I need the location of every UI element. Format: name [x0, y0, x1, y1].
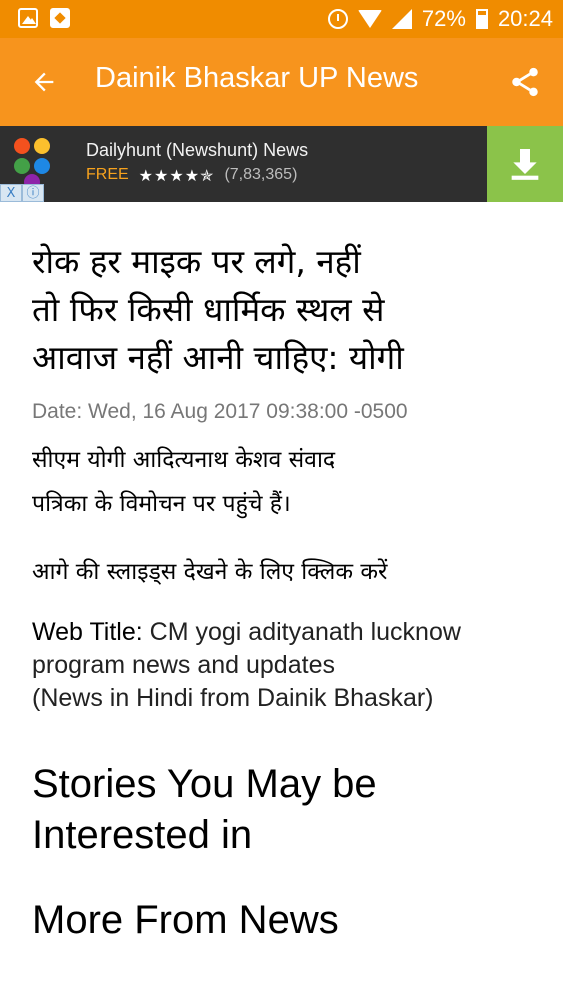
headline-line: आवाज नहीं आनी चाहिए: योगी	[32, 338, 404, 377]
web-title-line: program news and updates	[32, 651, 335, 679]
article-date: Date: Wed, 16 Aug 2017 09:38:00 -0500	[32, 400, 408, 423]
body-line: सीएम योगी आदित्यनाथ केशव संवाद	[32, 447, 336, 473]
ad-choices[interactable]: X ⓘ	[0, 184, 44, 202]
share-icon	[512, 67, 538, 97]
more-from-news-heading: More From News	[32, 898, 339, 942]
app-notification-icon	[50, 8, 70, 28]
arrow-left-icon	[34, 72, 54, 92]
back-button[interactable]	[24, 62, 64, 102]
ad-close-icon[interactable]: X	[0, 184, 22, 202]
web-title-label: Web Title:	[32, 618, 143, 646]
clock: 20:24	[497, 6, 553, 31]
battery-percent: 72%	[421, 6, 466, 31]
battery-icon	[475, 9, 488, 29]
app-title: Dainik Bhaskar UP News	[95, 62, 419, 94]
ad-price: FREE	[86, 166, 129, 183]
ad-banner[interactable]: Dailyhunt (Newshunt) News FREE ★★★★✯ (7,…	[0, 126, 563, 202]
ad-meta: FREE ★★★★✯ (7,83,365)	[86, 166, 297, 186]
article-body: सीएम योगी आदित्यनाथ केशव संवाद पत्रिका क…	[32, 438, 542, 526]
ad-app-name: Dailyhunt (Newshunt) News	[86, 140, 309, 160]
stories-heading-line: Stories You May be	[32, 762, 377, 806]
stories-section-heading: Stories You May be Interested in	[32, 759, 542, 861]
status-bar: 72% 20:24	[0, 0, 563, 38]
alarm-icon	[327, 9, 348, 29]
article-headline: रोक हर माइक पर लगे, नहीं तो फिर किसी धार…	[32, 238, 542, 382]
next-slides-link[interactable]: आगे की स्लाइड्स देखने के लिए क्लिक करें	[32, 550, 542, 594]
gallery-icon	[18, 8, 38, 28]
app-bar: Dainik Bhaskar UP News	[0, 38, 563, 126]
ad-info-icon[interactable]: ⓘ	[22, 184, 44, 202]
ad-rating-stars: ★★★★✯	[138, 168, 215, 185]
headline-line: रोक हर माइक पर लगे, नहीं	[32, 242, 361, 281]
download-icon	[511, 149, 539, 180]
ad-rating-count: (7,83,365)	[224, 166, 298, 183]
headline-line: तो फिर किसी धार्मिक स्थल से	[32, 290, 385, 329]
web-title-line: (News in Hindi from Dainik Bhaskar)	[32, 684, 434, 712]
body-line: पत्रिका के विमोचन पर पहुंचे हैं।	[32, 491, 291, 517]
stories-heading-line: Interested in	[32, 813, 253, 857]
web-title: Web Title: CM yogi adityanath lucknow pr…	[32, 616, 542, 715]
web-title-line: CM yogi adityanath lucknow	[149, 618, 461, 646]
article: रोक हर माइक पर लगे, नहीं तो फिर किसी धार…	[32, 238, 542, 946]
signal-icon	[391, 9, 412, 29]
wifi-icon	[357, 10, 382, 28]
ad-download-button[interactable]	[487, 126, 563, 202]
share-button[interactable]	[505, 60, 545, 104]
